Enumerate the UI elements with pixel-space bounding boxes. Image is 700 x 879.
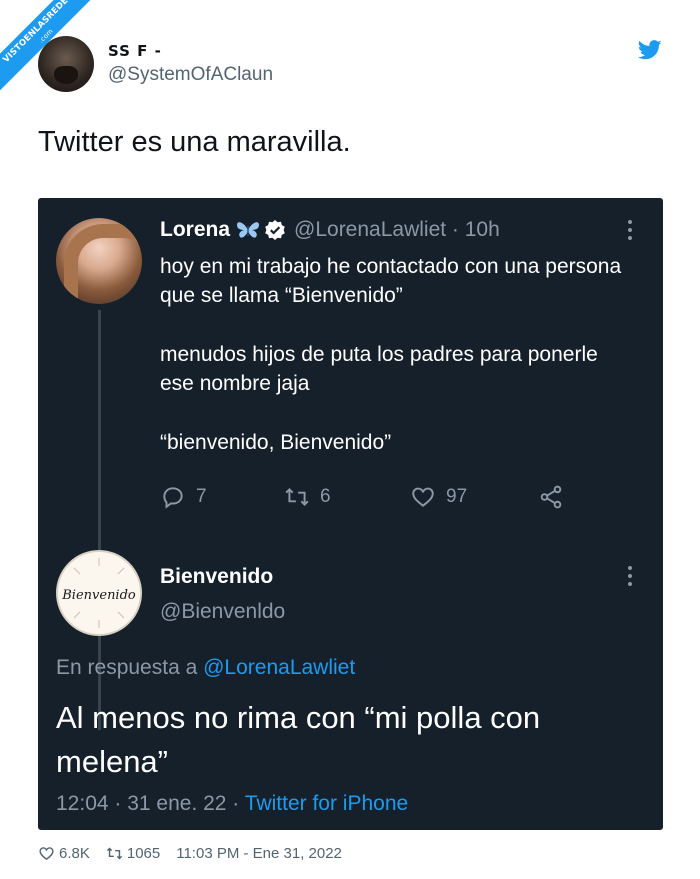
- avatar[interactable]: [38, 36, 94, 92]
- bienvenido-logo-icon: Bienvenido: [61, 558, 136, 628]
- retweet-count: 6: [320, 486, 331, 507]
- reply-mention-link[interactable]: @LorenaLawliet: [203, 656, 355, 679]
- share-icon: [540, 485, 562, 509]
- reply-button[interactable]: 7: [160, 484, 207, 510]
- tweet-paragraph: hoy en mi trabajo he contactado con una …: [160, 255, 622, 307]
- like-button[interactable]: 6.8K: [38, 845, 90, 862]
- tweet-actions: 7 6 97: [160, 484, 580, 514]
- retweet-icon: [106, 847, 122, 860]
- reply-tweet-text: Al menos no rima con “mi polla con melen…: [56, 700, 541, 779]
- outer-tweet-footer: 6.8K 1065 11:03 PM - Ene 31, 2022: [38, 845, 358, 862]
- tweet-text: hoy en mi trabajo he contactado con una …: [160, 252, 630, 487]
- tweet-client-link[interactable]: Twitter for iPhone: [245, 792, 408, 815]
- more-options-icon[interactable]: [627, 566, 633, 588]
- like-count: 6.8K: [59, 845, 90, 862]
- verified-badge-icon: [265, 220, 285, 240]
- heart-icon: [39, 847, 54, 861]
- tweet-header: Lorena @LorenaLawliet · 10h: [160, 218, 500, 242]
- outer-tweet-header: SS F - @SystemOfAClaun: [38, 36, 273, 92]
- retweet-button[interactable]: 1065: [106, 845, 160, 862]
- butterfly-emoji-icon: [237, 222, 260, 238]
- author-name[interactable]: Lorena: [160, 218, 230, 242]
- avatar[interactable]: Bienvenido: [56, 550, 142, 636]
- author-handle-time[interactable]: @LorenaLawliet · 10h: [294, 218, 500, 242]
- quoted-screenshot: Lorena @LorenaLawliet · 10h hoy en mi tr…: [38, 198, 663, 830]
- tweet-metadata: 12:04 · 31 ene. 22 · Twitter for iPhone: [56, 792, 408, 816]
- share-button[interactable]: [538, 484, 564, 510]
- author-name[interactable]: SS F -: [108, 42, 273, 60]
- avatar[interactable]: [56, 218, 142, 304]
- retweet-count: 1065: [126, 845, 161, 862]
- heart-icon: [412, 487, 434, 507]
- author-name[interactable]: Bienvenido: [160, 565, 273, 589]
- tweet-timestamp[interactable]: 12:04 · 31 ene. 22 ·: [56, 792, 239, 815]
- more-options-icon[interactable]: [627, 220, 633, 242]
- reply-icon: [163, 487, 183, 509]
- like-count: 97: [446, 486, 468, 507]
- tweet-paragraph: menudos hijos de puta los padres para po…: [160, 343, 598, 395]
- retweet-icon: [285, 488, 309, 506]
- tweet-timestamp[interactable]: 11:03 PM - Ene 31, 2022: [176, 845, 342, 862]
- svg-text:Bienvenido: Bienvenido: [61, 588, 136, 603]
- tweet-text: Twitter es una maravilla.: [38, 126, 351, 158]
- twitter-bird-icon[interactable]: [638, 40, 662, 60]
- retweet-button[interactable]: 6: [284, 484, 331, 510]
- like-button[interactable]: 97: [410, 484, 467, 510]
- reply-prefix: En respuesta a: [56, 656, 198, 679]
- author-handle[interactable]: @Bienvenldo: [160, 600, 285, 624]
- reply-count: 7: [196, 486, 207, 507]
- tweet-paragraph: “bienvenido, Bienvenido”: [160, 431, 392, 454]
- reply-context: En respuesta a @LorenaLawliet: [56, 656, 355, 680]
- author-handle[interactable]: @SystemOfAClaun: [108, 64, 273, 86]
